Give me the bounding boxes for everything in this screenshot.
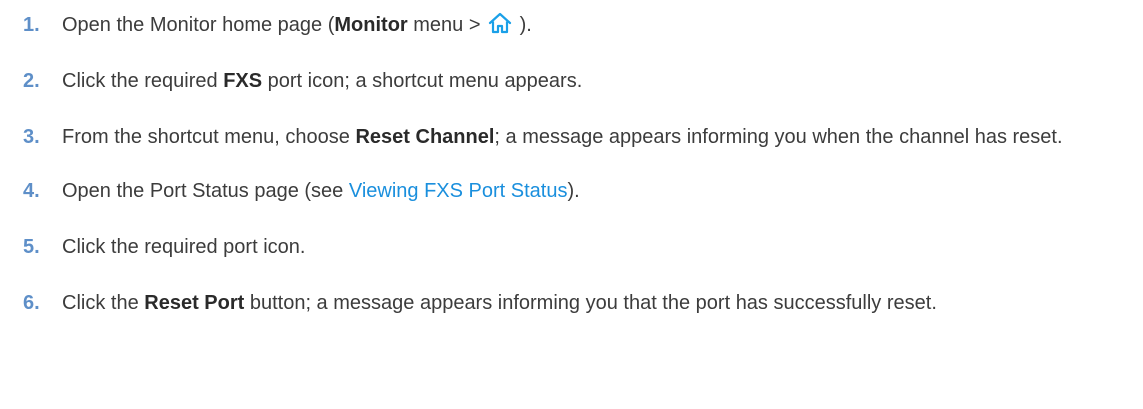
- step-number: 4.: [23, 180, 40, 202]
- button-name: Reset Port: [144, 292, 245, 314]
- step-text: Click the required: [62, 70, 224, 92]
- step-5: 5. Click the required port icon.: [0, 232, 1143, 262]
- step-text: Click the required port icon.: [62, 236, 306, 258]
- step-text: Click the: [62, 292, 145, 314]
- step-number: 6.: [23, 292, 40, 314]
- step-text: From the shortcut menu, choose: [62, 126, 356, 148]
- step-text: menu >: [407, 14, 487, 36]
- step-text: port icon; a shortcut menu appears.: [262, 70, 583, 92]
- step-text: Open the Monitor home page (: [62, 14, 335, 36]
- step-text: ; a message appears informing you when t…: [494, 126, 1063, 148]
- step-number: 2.: [23, 70, 40, 92]
- step-6: 6. Click the Reset Port button; a messag…: [0, 288, 1143, 318]
- step-text: Open the Port Status page (see: [62, 180, 349, 202]
- menu-option: Reset Channel: [355, 126, 495, 148]
- home-icon: [488, 12, 512, 34]
- step-number: 3.: [23, 126, 40, 148]
- step-number: 5.: [23, 236, 40, 258]
- procedure-steps: 1. Open the Monitor home page (Monitor m…: [0, 0, 1143, 318]
- port-type: FXS: [223, 70, 263, 92]
- step-4: 4. Open the Port Status page (see Viewin…: [0, 176, 1143, 206]
- step-text: ).: [567, 180, 580, 202]
- viewing-fxs-port-status-link[interactable]: Viewing FXS Port Status: [349, 180, 568, 202]
- step-2: 2. Click the required FXS port icon; a s…: [0, 66, 1143, 96]
- step-number: 1.: [23, 14, 40, 36]
- step-text: ).: [514, 14, 532, 36]
- step-text: button; a message appears informing you …: [244, 292, 937, 314]
- menu-name: Monitor: [334, 14, 408, 36]
- step-3: 3. From the shortcut menu, choose Reset …: [0, 122, 1143, 152]
- step-1: 1. Open the Monitor home page (Monitor m…: [0, 10, 1143, 40]
